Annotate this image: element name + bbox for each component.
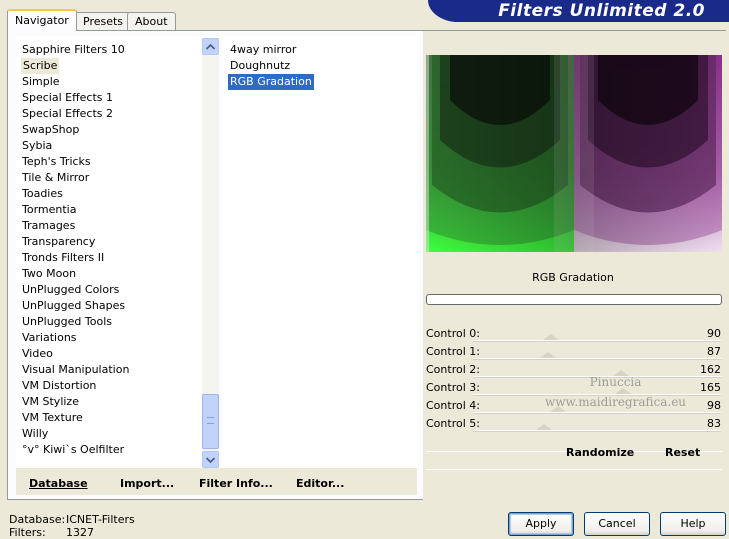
- control-slider-thumb[interactable]: [542, 334, 559, 340]
- chevron-down-icon: [205, 457, 216, 464]
- category-item[interactable]: Two Moon: [21, 266, 77, 282]
- control-slider-track[interactable]: [473, 358, 721, 360]
- control-slider-thumb[interactable]: [535, 424, 552, 430]
- control-row: Control 4: 98: [423, 397, 723, 415]
- category-item[interactable]: Toadies: [21, 186, 64, 202]
- navigator-toolbar: Database Import... Filter Info... Editor…: [16, 468, 417, 495]
- control-label: Control 0:: [426, 327, 480, 340]
- database-value: ICNET-Filters: [66, 513, 135, 526]
- category-item[interactable]: °v° Kiwi`s Oelfilter: [21, 442, 125, 458]
- control-slider-track[interactable]: [473, 394, 721, 396]
- category-item[interactable]: Tile & Mirror: [21, 170, 90, 186]
- filters-label: Filters:: [9, 526, 46, 539]
- category-item[interactable]: SwapShop: [21, 122, 80, 138]
- filter-title: RGB Gradation: [532, 271, 614, 284]
- randomize-button[interactable]: Randomize: [566, 446, 634, 459]
- filter-settings-panel: RGB Gradation Control 0: 90 Control 1: 87 Co…: [423, 31, 727, 501]
- category-item[interactable]: Sapphire Filters 10: [21, 42, 126, 58]
- tab-about[interactable]: About: [127, 12, 176, 31]
- preview-image: [426, 55, 722, 252]
- category-item[interactable]: Tronds Filters II: [21, 250, 105, 266]
- control-label: Control 4:: [426, 399, 480, 412]
- title-banner: Filters Unlimited 2.0: [428, 0, 729, 22]
- control-value: 87: [707, 345, 721, 358]
- tab-navigator[interactable]: Navigator: [7, 9, 77, 31]
- chevron-up-icon: [205, 43, 216, 50]
- control-slider-track[interactable]: [473, 412, 721, 414]
- category-item[interactable]: Variations: [21, 330, 78, 346]
- category-item[interactable]: UnPlugged Colors: [21, 282, 120, 298]
- filter-list[interactable]: 4way mirror Doughnutz RGB Gradation: [222, 36, 417, 468]
- app-title: Filters Unlimited 2.0: [498, 1, 705, 21]
- category-item[interactable]: Tormentia: [21, 202, 77, 218]
- category-item[interactable]: Willy: [21, 426, 49, 442]
- reset-button[interactable]: Reset: [665, 446, 700, 459]
- navigator-panel: Sapphire Filters 10 Scribe Simple Special E…: [7, 30, 727, 501]
- filter-info-button[interactable]: Filter Info...: [199, 477, 273, 490]
- progress-bar: [426, 294, 722, 305]
- filter-item[interactable]: Doughnutz: [228, 58, 292, 74]
- tab-presets[interactable]: Presets: [75, 12, 132, 31]
- control-slider-thumb[interactable]: [615, 388, 632, 394]
- cancel-button[interactable]: Cancel: [584, 512, 650, 536]
- category-item[interactable]: VM Texture: [21, 410, 84, 426]
- category-item[interactable]: Special Effects 1: [21, 90, 114, 106]
- control-label: Control 1:: [426, 345, 480, 358]
- control-value: 98: [707, 399, 721, 412]
- divider: [426, 469, 722, 470]
- category-item[interactable]: VM Stylize: [21, 394, 80, 410]
- control-row: Control 3: 165: [423, 379, 723, 397]
- category-item[interactable]: Special Effects 2: [21, 106, 114, 122]
- control-slider-track[interactable]: [473, 430, 721, 432]
- category-item[interactable]: Sybia: [21, 138, 53, 154]
- control-slider-thumb[interactable]: [612, 370, 629, 376]
- filter-item[interactable]: 4way mirror: [228, 42, 298, 58]
- control-slider-track[interactable]: [473, 340, 721, 342]
- editor-button[interactable]: Editor...: [296, 477, 344, 490]
- category-scrollbar[interactable]: [202, 38, 219, 468]
- category-item[interactable]: Visual Manipulation: [21, 362, 130, 378]
- control-row: Control 5: 83: [423, 415, 723, 433]
- control-row: Control 1: 87: [423, 343, 723, 361]
- category-item[interactable]: Teph's Tricks: [21, 154, 92, 170]
- category-list[interactable]: Sapphire Filters 10 Scribe Simple Special E…: [16, 36, 219, 468]
- control-slider-thumb[interactable]: [550, 406, 567, 412]
- grip-icon: [207, 417, 214, 424]
- control-label: Control 2:: [426, 363, 480, 376]
- control-value: 162: [700, 363, 721, 376]
- database-button[interactable]: Database: [29, 477, 88, 490]
- control-slider-track[interactable]: [473, 376, 721, 378]
- scroll-up-button[interactable]: [202, 38, 219, 55]
- category-item[interactable]: UnPlugged Shapes: [21, 298, 126, 314]
- control-label: Control 3:: [426, 381, 480, 394]
- apply-button[interactable]: Apply: [508, 512, 574, 536]
- control-row: Control 2: 162: [423, 361, 723, 379]
- database-label: Database:: [9, 513, 66, 526]
- control-value: 83: [707, 417, 721, 430]
- category-item[interactable]: UnPlugged Tools: [21, 314, 113, 330]
- import-button[interactable]: Import...: [120, 477, 174, 490]
- control-value: 90: [707, 327, 721, 340]
- category-item[interactable]: Scribe: [21, 58, 60, 74]
- category-item[interactable]: VM Distortion: [21, 378, 97, 394]
- control-row: Control 0: 90: [423, 325, 723, 343]
- category-item[interactable]: Transparency: [21, 234, 96, 250]
- control-value: 165: [700, 381, 721, 394]
- scroll-thumb[interactable]: [202, 394, 219, 449]
- filter-preview: [426, 55, 722, 252]
- control-label: Control 5:: [426, 417, 480, 430]
- scroll-down-button[interactable]: [202, 451, 219, 468]
- category-item[interactable]: Simple: [21, 74, 61, 90]
- filters-count: 1327: [66, 526, 94, 539]
- help-button[interactable]: Help: [660, 512, 726, 536]
- control-slider-thumb[interactable]: [539, 352, 556, 358]
- filter-item[interactable]: RGB Gradation: [228, 74, 314, 90]
- category-item[interactable]: Video: [21, 346, 54, 362]
- status-info: Database:ICNET-Filters Filters: 1327: [9, 513, 135, 539]
- category-item[interactable]: Tramages: [21, 218, 76, 234]
